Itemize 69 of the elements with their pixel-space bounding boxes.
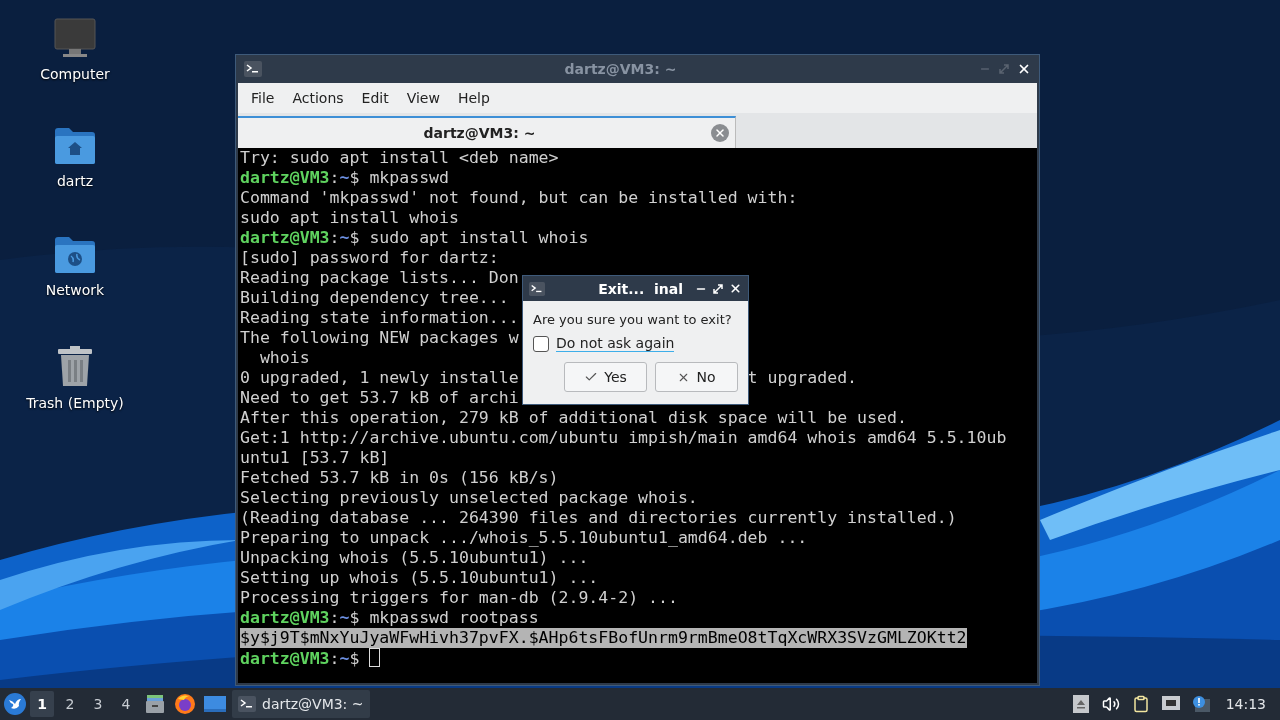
- checkbox-label[interactable]: Do not ask again: [556, 335, 675, 352]
- trash-icon: [56, 345, 94, 387]
- yes-button[interactable]: Yes: [564, 362, 647, 392]
- terminal-tab[interactable]: dartz@VM3: ~: [238, 116, 736, 148]
- monitor-icon: [54, 18, 96, 58]
- output-line: The following NEW packages w: [240, 328, 519, 348]
- check-icon: [584, 370, 599, 384]
- output-line: Processing triggers for man-db (2.9.4-2) ...: [240, 588, 678, 608]
- output-line: Setting up whois (5.5.10ubuntu1) ...: [240, 568, 599, 588]
- output-line: Reading state information...: [240, 308, 519, 328]
- desktop-icon-label[interactable]: Trash (Empty): [26, 395, 124, 411]
- dialog-title: Exit... inal: [597, 280, 684, 297]
- output-line: sudo apt install whois: [240, 208, 459, 228]
- clock[interactable]: 14:13: [1217, 696, 1276, 712]
- prompt-line: dartz@VM3:~$ mkpasswd: [240, 168, 449, 188]
- output-line: Preparing to unpack .../whois_5.5.10ubuntu1_amd64.deb ...: [240, 528, 808, 548]
- prompt-line: dartz@VM3:~$: [240, 648, 381, 668]
- desktop-icon-label[interactable]: Computer: [40, 66, 110, 82]
- eject-icon[interactable]: [1072, 695, 1089, 713]
- show-desktop-icon[interactable]: [204, 695, 226, 713]
- start-menu-icon[interactable]: [4, 693, 26, 715]
- close-icon[interactable]: [729, 282, 742, 295]
- no-button[interactable]: No: [655, 362, 738, 392]
- output-line: whois: [258, 348, 310, 368]
- dialog-message: Are you sure you want to exit?: [533, 311, 732, 329]
- network-icon[interactable]: [1160, 695, 1181, 713]
- menu-item[interactable]: Edit: [352, 90, 398, 106]
- home-folder-icon: [54, 127, 96, 165]
- desktop-icon-label[interactable]: Network: [45, 282, 105, 298]
- desktop-icon-label[interactable]: dartz: [56, 173, 94, 189]
- output-line: Selecting previously unselected package whois.: [240, 488, 698, 508]
- output-line: Command 'mkpasswd' not found, but can be installed with:: [240, 188, 798, 208]
- workspace-button[interactable]: 3: [86, 691, 110, 717]
- menu-item[interactable]: Help: [448, 90, 499, 106]
- window-title: dartz@VM3: ~: [563, 61, 678, 77]
- clipboard-icon[interactable]: [1131, 695, 1150, 713]
- checkbox[interactable]: [533, 335, 549, 352]
- workspace-button[interactable]: 4: [114, 691, 138, 717]
- output-line: Unpacking whois (5.5.10ubuntu1) ...: [240, 548, 589, 568]
- output-line: (Reading database ... 264390 files and directories currently installed.): [240, 508, 957, 528]
- close-tab-icon[interactable]: [711, 124, 729, 142]
- output-line: Need to get 53.7 kB of archi: [240, 388, 519, 408]
- output-line: Building dependency tree...: [240, 288, 509, 308]
- output-line: untu1 [53.7 kB]: [240, 448, 390, 468]
- menu-item[interactable]: View: [397, 90, 449, 106]
- file-cabinet-icon[interactable]: [145, 694, 165, 714]
- network-folder-icon: [54, 236, 96, 274]
- output-line: After this operation, 279 kB of additional disk space will be used.: [240, 408, 907, 428]
- terminal-icon: [244, 60, 262, 78]
- notification-icon[interactable]: [1190, 695, 1211, 713]
- prompt-line: dartz@VM3:~$ mkpasswd rootpass: [240, 608, 539, 628]
- menu-item[interactable]: Actions: [283, 90, 353, 106]
- output-line: Fetched 53.7 kB in 0s (156 kB/s): [240, 468, 559, 488]
- volume-icon[interactable]: [1101, 695, 1120, 713]
- output-line: 0 upgraded, 1 newly installe: [240, 368, 519, 388]
- output-line: [sudo] password for dartz:: [240, 248, 499, 268]
- menu-item[interactable]: File: [242, 90, 284, 106]
- terminal-icon: [529, 280, 545, 297]
- close-icon[interactable]: [1017, 62, 1031, 76]
- output-line: Try: sudo apt install <deb name>: [240, 148, 559, 168]
- output-line: Reading package lists... Don: [240, 268, 519, 288]
- output-line: t upgraded.: [747, 368, 858, 388]
- terminal-icon: [238, 695, 256, 713]
- task-button[interactable]: dartz@VM3: ~: [232, 690, 370, 718]
- output-line: Get:1 http://archive.ubuntu.com/ubuntu impish/main amd64 whois amd64 5.5.10ub: [240, 428, 1007, 448]
- browser-icon[interactable]: [174, 693, 196, 715]
- prompt-line: dartz@VM3:~$ sudo apt install whois: [240, 228, 589, 248]
- workspace-button[interactable]: 1: [30, 691, 54, 717]
- workspace-button[interactable]: 2: [58, 691, 82, 717]
